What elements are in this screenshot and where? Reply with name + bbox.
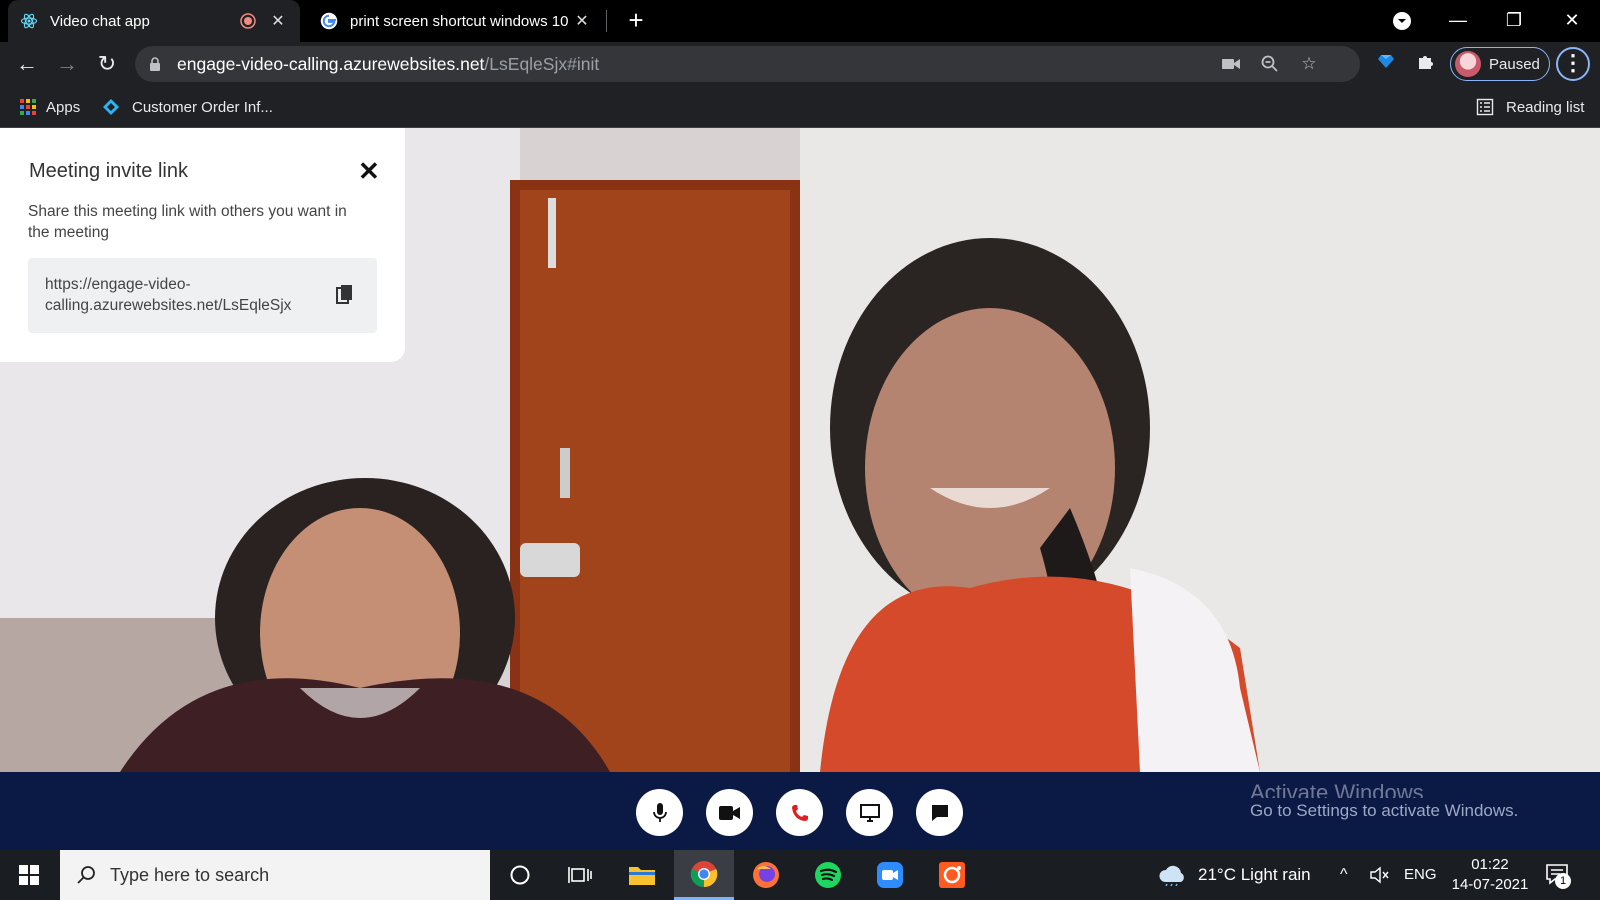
weather-cloud-icon bbox=[1158, 864, 1186, 891]
screen-share-icon bbox=[859, 803, 880, 822]
reload-icon[interactable]: ↻ bbox=[93, 50, 121, 78]
share-screen-button[interactable] bbox=[846, 789, 893, 836]
invite-link-box[interactable]: https://engage-video-calling.azurewebsit… bbox=[28, 258, 377, 333]
video-camera-icon bbox=[718, 805, 740, 820]
profile-button[interactable]: Paused bbox=[1450, 47, 1550, 81]
video-toggle-button[interactable] bbox=[706, 789, 753, 836]
meeting-invite-panel: Meeting invite link ✕ Share this meeting… bbox=[0, 128, 405, 362]
screen-recorder-icon[interactable] bbox=[922, 850, 982, 900]
tab-video-chat-app[interactable]: Video chat app ✕ bbox=[8, 0, 300, 42]
activate-windows-watermark: Activate Windows Go to Settings to activ… bbox=[1250, 784, 1518, 824]
notification-badge: 1 bbox=[1555, 873, 1571, 889]
watermark-line1: Activate Windows bbox=[1250, 784, 1424, 798]
video-frame-right bbox=[800, 128, 1600, 772]
forward-icon[interactable]: → bbox=[53, 50, 81, 78]
recording-icon bbox=[240, 13, 256, 29]
language-indicator[interactable]: ENG bbox=[1404, 850, 1437, 900]
end-call-icon bbox=[791, 804, 808, 821]
tab-title: print screen shortcut windows 10 bbox=[350, 12, 569, 30]
windows-taskbar: Type here to search 21°C Light rain ^ EN… bbox=[0, 850, 1600, 900]
copy-icon[interactable] bbox=[336, 284, 354, 306]
url-host: engage-video-calling.azurewebsites.net bbox=[177, 54, 485, 74]
apps-grid-icon bbox=[20, 99, 36, 115]
browser-tab-strip: Video chat app ✕ print screen shortcut w… bbox=[0, 0, 1600, 42]
close-window-icon[interactable]: ✕ bbox=[1544, 0, 1600, 42]
bookmark-star-icon[interactable]: ☆ bbox=[1297, 52, 1321, 76]
file-explorer-icon[interactable] bbox=[612, 850, 672, 900]
speaker-muted-icon[interactable] bbox=[1370, 866, 1390, 889]
avatar bbox=[1455, 51, 1481, 77]
google-icon bbox=[320, 12, 338, 30]
windows-logo-icon bbox=[19, 865, 39, 885]
watermark-line2: Go to Settings to activate Windows. bbox=[1250, 801, 1519, 820]
meeting-area: Meeting invite link ✕ Share this meeting… bbox=[0, 128, 1600, 772]
reading-list-button[interactable]: Reading list bbox=[1476, 86, 1584, 128]
restore-icon[interactable]: ❐ bbox=[1486, 0, 1542, 42]
tab-search-icon[interactable] bbox=[1374, 0, 1430, 42]
notifications-icon[interactable]: 1 bbox=[1545, 863, 1575, 889]
task-view-icon[interactable] bbox=[550, 850, 610, 900]
url-path: /LsEqleSjx#init bbox=[484, 54, 600, 74]
chrome-taskbar-icon[interactable] bbox=[674, 850, 734, 900]
minimize-icon[interactable]: — bbox=[1430, 0, 1486, 42]
call-control-bar: Activate Windows Go to Settings to activ… bbox=[0, 772, 1600, 850]
spotify-icon[interactable] bbox=[798, 850, 858, 900]
bookmark-label: Apps bbox=[46, 98, 81, 116]
extensions-puzzle-icon[interactable] bbox=[1414, 52, 1438, 76]
bookmark-label: Customer Order Inf... bbox=[132, 98, 273, 116]
chat-button[interactable] bbox=[916, 789, 963, 836]
clock-time: 01:22 bbox=[1471, 856, 1509, 873]
chevron-up-icon[interactable]: ^ bbox=[1340, 850, 1348, 900]
end-call-button[interactable] bbox=[776, 789, 823, 836]
browser-toolbar: ← → ↻ engage-video-calling.azurewebsites… bbox=[0, 42, 1600, 86]
tab-divider bbox=[606, 10, 607, 32]
invite-description: Share this meeting link with others you … bbox=[28, 203, 347, 241]
chrome-menu-icon[interactable]: ⋮ bbox=[1556, 47, 1590, 81]
react-icon bbox=[20, 13, 38, 29]
invite-title: Meeting invite link bbox=[29, 160, 188, 182]
tab-title: Video chat app bbox=[50, 12, 150, 30]
lock-icon bbox=[150, 57, 160, 71]
remote-video-feed bbox=[800, 128, 1600, 772]
url-text[interactable]: engage-video-calling.azurewebsites.net/L… bbox=[177, 46, 599, 82]
zoom-icon[interactable] bbox=[1258, 52, 1282, 76]
close-icon[interactable]: ✕ bbox=[358, 156, 380, 187]
zoom-app-icon[interactable] bbox=[860, 850, 920, 900]
new-tab-button[interactable]: + bbox=[622, 6, 650, 34]
back-icon[interactable]: ← bbox=[13, 50, 41, 78]
bookmarks-bar: Apps Customer Order Inf... Reading list bbox=[0, 86, 1600, 128]
chat-icon bbox=[931, 804, 948, 821]
reading-list-icon bbox=[1476, 98, 1494, 116]
start-button[interactable] bbox=[0, 850, 58, 900]
diamond-logo-icon bbox=[103, 99, 119, 115]
address-bar[interactable]: engage-video-calling.azurewebsites.net/L… bbox=[135, 46, 1360, 82]
clock-date: 14-07-2021 bbox=[1451, 876, 1529, 893]
extension-gem-icon[interactable] bbox=[1374, 52, 1398, 76]
search-icon bbox=[77, 866, 95, 884]
firefox-icon[interactable] bbox=[736, 850, 796, 900]
bookmark-customer-order[interactable]: Customer Order Inf... bbox=[102, 86, 273, 128]
invite-link-text[interactable]: https://engage-video-calling.azurewebsit… bbox=[45, 274, 305, 316]
tab-print-screen[interactable]: print screen shortcut windows 10 ✕ bbox=[308, 0, 604, 42]
search-placeholder: Type here to search bbox=[110, 864, 270, 885]
taskbar-search-box[interactable]: Type here to search bbox=[60, 850, 490, 900]
profile-status: Paused bbox=[1489, 55, 1540, 73]
bookmark-label: Reading list bbox=[1506, 98, 1585, 116]
mute-button[interactable] bbox=[636, 789, 683, 836]
close-tab-icon[interactable]: ✕ bbox=[268, 11, 288, 31]
microphone-icon bbox=[652, 802, 667, 822]
clock[interactable]: 01:22 14-07-2021 bbox=[1442, 855, 1538, 895]
weather-text[interactable]: 21°C Light rain bbox=[1198, 850, 1311, 900]
cortana-icon[interactable] bbox=[490, 850, 550, 900]
close-tab-icon[interactable]: ✕ bbox=[572, 11, 592, 31]
camera-in-use-icon[interactable] bbox=[1219, 52, 1243, 76]
bookmark-apps[interactable]: Apps bbox=[20, 86, 80, 128]
